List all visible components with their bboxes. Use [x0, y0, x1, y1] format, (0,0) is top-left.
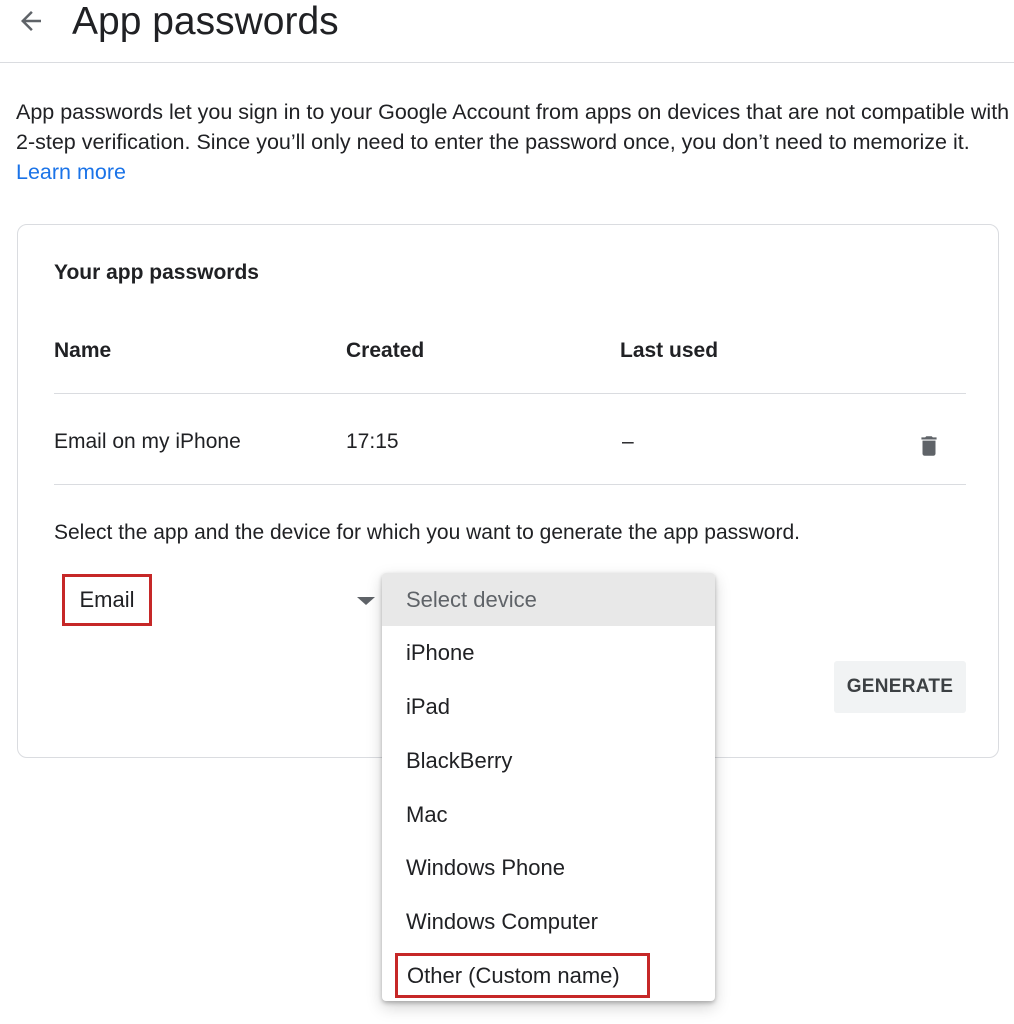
column-header-last-used: Last used [620, 339, 719, 362]
card-title: Your app passwords [54, 261, 259, 284]
generate-button[interactable]: GENERATE [834, 661, 966, 713]
page-title: App passwords [72, 0, 339, 43]
back-button[interactable] [14, 4, 48, 38]
device-option-windows-phone[interactable]: Windows Phone [406, 855, 565, 881]
column-header-name: Name [54, 339, 112, 362]
column-header-created: Created [346, 339, 425, 362]
arrow-back-icon [21, 11, 41, 31]
app-select[interactable]: Email [62, 574, 152, 626]
device-option-iphone[interactable]: iPhone [406, 640, 475, 666]
row-last-used: – [622, 430, 634, 453]
dropdown-placeholder[interactable]: Select device [382, 573, 715, 626]
device-dropdown-menu: Select device iPhone iPad BlackBerry Mac… [382, 573, 715, 1001]
device-option-other-custom-name[interactable]: Other (Custom name) [395, 953, 650, 998]
table-divider [54, 484, 966, 485]
row-created: 17:15 [346, 430, 399, 453]
intro-text: App passwords let you sign in to your Go… [16, 97, 1011, 187]
row-name: Email on my iPhone [54, 430, 241, 453]
table-divider [54, 393, 966, 394]
trash-icon [921, 436, 937, 456]
device-option-mac[interactable]: Mac [406, 802, 448, 828]
device-option-windows-computer[interactable]: Windows Computer [406, 909, 598, 935]
delete-button[interactable] [911, 428, 947, 464]
learn-more-link[interactable]: Learn more [16, 160, 126, 184]
device-option-blackberry[interactable]: BlackBerry [406, 748, 512, 774]
chevron-down-icon[interactable] [357, 597, 375, 605]
device-option-ipad[interactable]: iPad [406, 694, 450, 720]
select-prompt: Select the app and the device for which … [54, 521, 800, 544]
page-header: App passwords [0, 0, 1014, 63]
intro-description: App passwords let you sign in to your Go… [16, 100, 1010, 154]
app-passwords-page: App passwords App passwords let you sign… [0, 0, 1014, 1024]
